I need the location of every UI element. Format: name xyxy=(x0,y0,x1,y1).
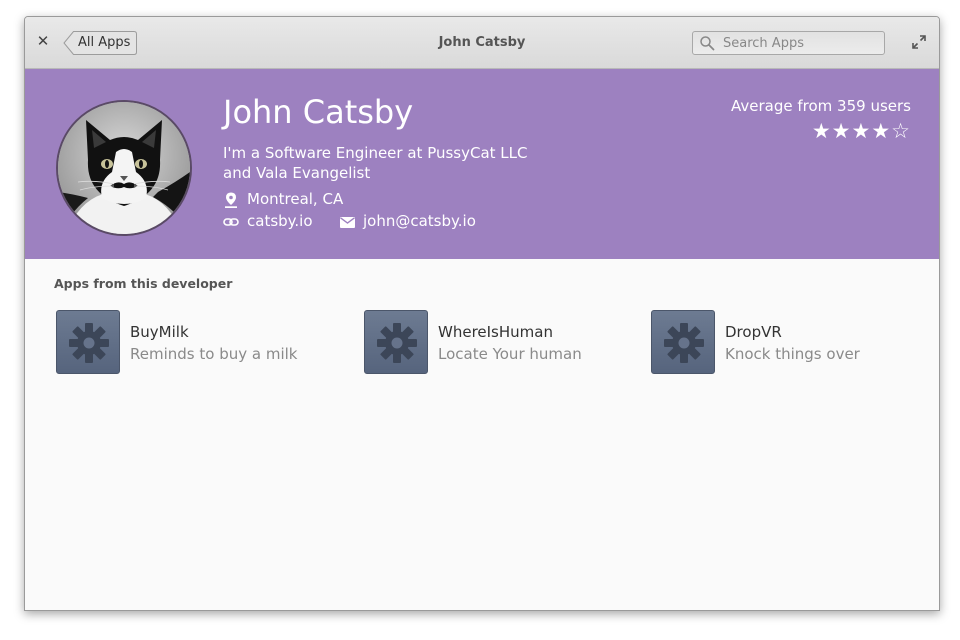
search-icon xyxy=(700,36,715,51)
gear-icon xyxy=(664,323,704,363)
app-name: BuyMilk xyxy=(130,323,189,341)
section-title: Apps from this developer xyxy=(54,276,233,291)
link-icon xyxy=(223,218,239,226)
app-description: Reminds to buy a milk xyxy=(130,345,298,363)
location-text: Montreal, CA xyxy=(247,190,344,208)
website-link[interactable]: catsby.io xyxy=(247,212,313,230)
developer-bio: I'm a Software Engineer at PussyCat LLC … xyxy=(223,143,583,183)
bio-line-2: and Vala Evangelist xyxy=(223,164,371,182)
search-field[interactable] xyxy=(692,31,885,55)
maximize-icon[interactable] xyxy=(911,34,927,50)
app-icon xyxy=(364,310,428,374)
bio-line-1: I'm a Software Engineer at PussyCat LLC xyxy=(223,144,528,162)
gear-icon xyxy=(69,323,109,363)
email-icon xyxy=(340,217,355,228)
email-link[interactable]: john@catsby.io xyxy=(363,212,476,230)
rating-stars: ★★★★☆ xyxy=(811,119,911,143)
search-input[interactable] xyxy=(723,34,873,52)
header-bar: ✕ All Apps John Catsby xyxy=(25,17,939,69)
app-description: Locate Your human xyxy=(438,345,582,363)
rating-label: Average from 359 users xyxy=(731,97,911,115)
app-icon xyxy=(651,310,715,374)
app-window: ✕ All Apps John Catsby Search Apps John … xyxy=(24,16,940,611)
cat-photo xyxy=(58,102,190,234)
location-pin-icon xyxy=(225,192,237,208)
app-name: DropVR xyxy=(725,323,782,341)
gear-icon xyxy=(377,323,417,363)
app-name: WhereIsHuman xyxy=(438,323,553,341)
app-icon xyxy=(56,310,120,374)
avatar xyxy=(56,100,192,236)
developer-banner: John Catsby I'm a Software Engineer at P… xyxy=(25,69,939,259)
app-description: Knock things over xyxy=(725,345,860,363)
developer-name: John Catsby xyxy=(223,93,414,131)
